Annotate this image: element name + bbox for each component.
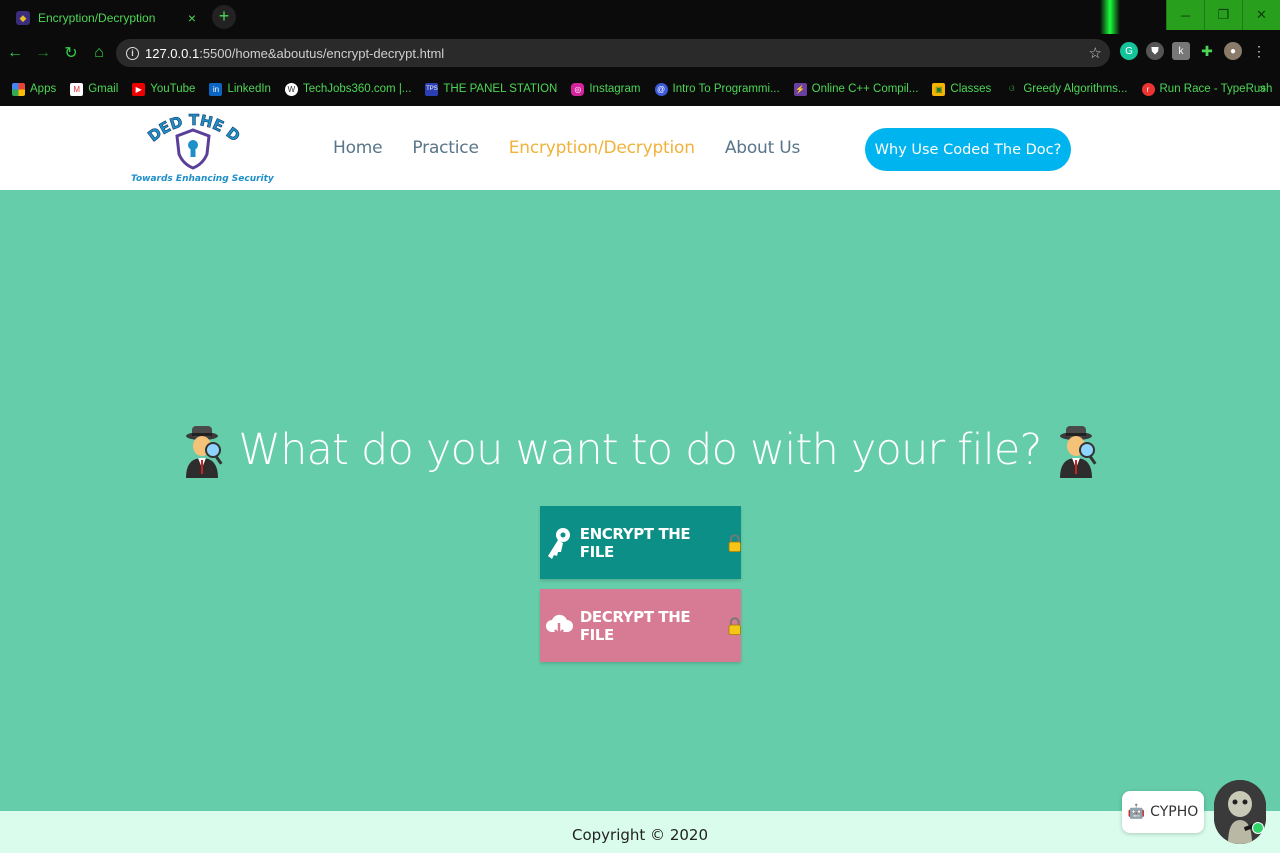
shield-keyhole-icon xyxy=(175,128,211,170)
home-icon[interactable]: ⌂ xyxy=(86,40,112,66)
extensions-area: G ⛊ k ✚ ● ⋮ xyxy=(1120,42,1268,60)
info-icon[interactable]: i xyxy=(126,46,139,60)
bookmark-panel-station[interactable]: TPS THE PANEL STATION xyxy=(425,82,558,96)
instagram-icon: ◎ xyxy=(571,82,585,96)
bookmark-youtube[interactable]: ▶ YouTube xyxy=(132,82,196,96)
bookmark-typerush[interactable]: r Run Race - TypeRush xyxy=(1141,82,1273,96)
reload-icon[interactable]: ↻ xyxy=(58,40,84,66)
browser-titlebar: ◆ Encryption/Decryption × + ─ ❐ ✕ xyxy=(0,0,1280,34)
logo-tagline: Towards Enhancing Security xyxy=(131,174,274,184)
decrypt-file-button[interactable]: DECRYPT THE FILE xyxy=(540,589,741,662)
bookmark-label: Run Race - TypeRush xyxy=(1159,83,1273,95)
tab-close-icon[interactable]: × xyxy=(188,10,196,26)
nav-about-us[interactable]: About Us xyxy=(725,138,801,158)
cloud-download-icon xyxy=(544,606,575,646)
bookmark-cpp-compiler[interactable]: ⚡ Online C++ Compil... xyxy=(793,82,919,96)
site-header: CODED THE DOC Towards Enhancing Security… xyxy=(0,106,1280,190)
headline-row: What do you want to do with your file? xyxy=(0,422,1280,478)
bookmark-linkedin[interactable]: in LinkedIn xyxy=(209,82,271,96)
main-content: What do you want to do with your file? E… xyxy=(0,190,1280,811)
minimize-button[interactable]: ─ xyxy=(1166,0,1204,30)
bookmark-gmail[interactable]: M Gmail xyxy=(70,82,119,96)
site-logo[interactable]: CODED THE DOC Towards Enhancing Security xyxy=(127,108,274,188)
robot-face-icon: 🤖 xyxy=(1127,804,1146,820)
browser-toolbar: ← → ↻ ⌂ i 127.0.0.1:5500/home&aboutus/en… xyxy=(0,34,1280,72)
bolt-icon: ⚡ xyxy=(793,82,807,96)
decrypt-label: DECRYPT THE FILE xyxy=(579,607,691,644)
bookmark-label: Apps xyxy=(30,83,57,95)
encrypt-label: ENCRYPT THE FILE xyxy=(579,524,691,561)
site-footer: Copyright © 2020 xyxy=(0,811,1280,853)
main-nav: Home Practice Encryption/Decryption Abou… xyxy=(333,138,800,158)
headline: What do you want to do with your file? xyxy=(238,425,1042,475)
address-bar[interactable]: i 127.0.0.1:5500/home&aboutus/encrypt-de… xyxy=(116,39,1110,67)
grammarly-icon[interactable]: G xyxy=(1120,42,1138,60)
nav-home[interactable]: Home xyxy=(333,138,383,158)
bookmarks-bar: Apps M Gmail ▶ YouTube in LinkedIn W Tec… xyxy=(0,72,1280,106)
puzzle-icon[interactable]: ✚ xyxy=(1198,42,1216,60)
bookmark-label: TechJobs360.com |... xyxy=(302,83,412,95)
tab-title: Encryption/Decryption xyxy=(38,11,156,25)
browser-tab[interactable]: ◆ Encryption/Decryption × xyxy=(6,2,206,34)
youtube-icon: ▶ xyxy=(132,82,146,96)
extension-icon[interactable]: k xyxy=(1172,42,1190,60)
new-tab-button[interactable]: + xyxy=(212,5,236,29)
bookmark-label: Classes xyxy=(950,83,992,95)
apps-grid-icon xyxy=(12,82,25,96)
bookmark-label: Gmail xyxy=(88,83,119,95)
bookmark-instagram[interactable]: ◎ Instagram xyxy=(571,82,641,96)
bookmark-label: Greedy Algorithms... xyxy=(1023,83,1128,95)
bookmark-label: LinkedIn xyxy=(227,83,271,95)
restore-button[interactable]: ❐ xyxy=(1204,0,1242,30)
bookmark-classes[interactable]: ▣ Classes xyxy=(932,82,992,96)
chatbot-name: CYPHO xyxy=(1150,804,1199,820)
bookmark-techjobs[interactable]: W TechJobs360.com |... xyxy=(284,82,412,96)
robot-avatar-image xyxy=(1214,780,1266,844)
bookmark-label: Intro To Programmi... xyxy=(672,83,780,95)
shield-favicon-icon: ◆ xyxy=(16,11,30,25)
nav-practice[interactable]: Practice xyxy=(412,138,479,158)
key-icon xyxy=(544,523,575,563)
bookmark-intro-programming[interactable]: @ Intro To Programmi... xyxy=(654,82,780,96)
chatbot-avatar[interactable] xyxy=(1214,780,1266,844)
wallpaper-glow xyxy=(1100,0,1120,34)
linkedin-icon: in xyxy=(209,82,223,96)
at-icon: @ xyxy=(654,82,668,96)
online-status-dot xyxy=(1252,822,1264,834)
copyright-text: Copyright © 2020 xyxy=(571,826,708,844)
wordpress-icon: W xyxy=(284,82,298,96)
gfg-icon: ଓ xyxy=(1009,84,1015,93)
chatbot-label[interactable]: 🤖 CYPHO xyxy=(1122,791,1204,833)
typerush-icon: r xyxy=(1141,82,1155,96)
detective-emoji-icon xyxy=(1059,426,1097,478)
bookmark-greedy[interactable]: ଓ Greedy Algorithms... xyxy=(1005,83,1127,96)
tps-icon: TPS xyxy=(425,82,439,96)
bookmark-star-icon[interactable]: ☆ xyxy=(1089,44,1102,62)
bookmark-label: THE PANEL STATION xyxy=(443,83,558,95)
bookmark-apps[interactable]: Apps xyxy=(12,82,57,96)
menu-dots-icon[interactable]: ⋮ xyxy=(1250,42,1268,60)
bookmark-label: Online C++ Compil... xyxy=(811,83,919,95)
encrypt-file-button[interactable]: ENCRYPT THE FILE xyxy=(540,506,741,579)
lock-icon xyxy=(728,616,741,635)
gmail-icon: M xyxy=(70,82,84,96)
url-text: 127.0.0.1:5500/home&aboutus/encrypt-decr… xyxy=(145,45,445,61)
shield-extension-icon[interactable]: ⛊ xyxy=(1146,42,1164,60)
close-window-button[interactable]: ✕ xyxy=(1242,0,1280,30)
back-arrow-icon[interactable]: ← xyxy=(2,40,28,66)
profile-avatar[interactable]: ● xyxy=(1224,42,1242,60)
why-use-button[interactable]: Why Use Coded The Doc? xyxy=(865,128,1071,171)
detective-emoji-icon xyxy=(186,426,223,478)
forward-arrow-icon[interactable]: → xyxy=(30,40,56,66)
bookmark-label: Instagram xyxy=(589,83,641,95)
window-controls: ─ ❐ ✕ xyxy=(1166,0,1280,30)
classroom-icon: ▣ xyxy=(932,82,946,96)
nav-encryption-decryption[interactable]: Encryption/Decryption xyxy=(509,138,695,158)
bookmark-label: YouTube xyxy=(150,83,196,95)
bookmarks-overflow-icon[interactable]: » xyxy=(1259,81,1266,95)
lock-icon xyxy=(728,533,741,552)
